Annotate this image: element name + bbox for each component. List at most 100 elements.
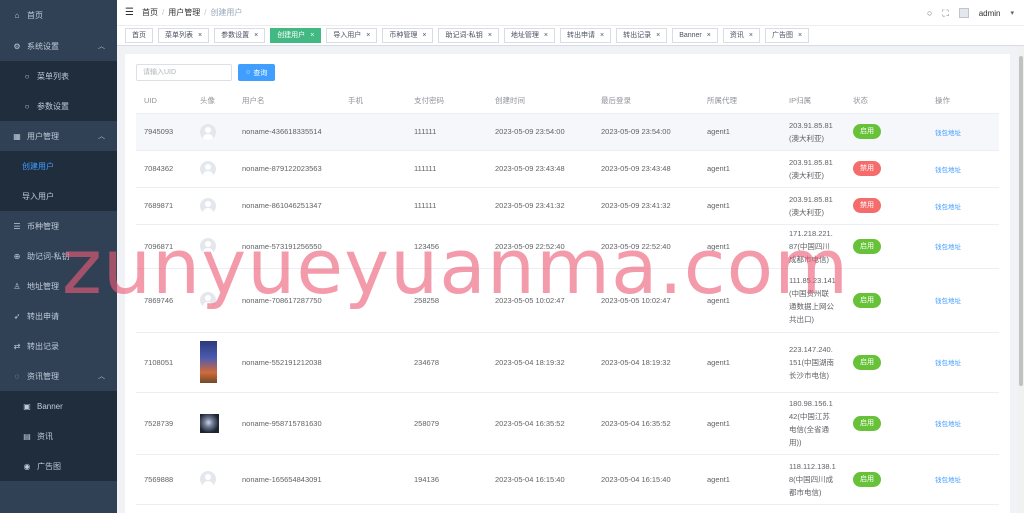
avatar[interactable] — [958, 8, 969, 18]
status-toggle-button[interactable]: 禁用 — [853, 161, 881, 176]
breadcrumb-item: 用户管理 — [168, 8, 201, 17]
wallet-address-link[interactable]: 钱包地址 — [935, 130, 961, 137]
wallet-address-link[interactable]: 钱包地址 — [935, 421, 961, 428]
sidebar-item-info-mgmt[interactable]: ◌ 资讯管理 ︿ — [0, 361, 117, 391]
tab-2[interactable]: 参数设置 × — [214, 28, 266, 43]
last-login-cell: 2023-05-05 10:02:47 — [593, 268, 699, 333]
tab-7[interactable]: 地址管理 × — [503, 28, 555, 43]
close-icon[interactable]: × — [198, 29, 202, 42]
search-button[interactable]: ○ 查询 — [238, 64, 276, 81]
sidebar-item-import-user[interactable]: 导入用户 — [0, 181, 117, 211]
avatar-cell — [192, 187, 234, 225]
rocket-icon: ➶ — [13, 311, 21, 321]
close-icon[interactable]: × — [656, 29, 660, 42]
uid-search-input[interactable] — [136, 64, 232, 81]
username-cell: noname-879122023563 — [234, 150, 340, 188]
sidebar-item-create-user[interactable]: 创建用户 — [0, 151, 117, 181]
ip-line: 共出口) — [789, 315, 814, 324]
caret-down-icon[interactable]: ▾ — [1010, 9, 1014, 17]
wallet-address-link[interactable]: 钱包地址 — [935, 298, 961, 305]
ip-line: 151(中国湖南 — [789, 357, 835, 367]
sidebar-item-param-settings[interactable]: ○ 参数设置 — [0, 91, 117, 121]
ip-line: (澳大利亚) — [789, 133, 824, 143]
action-cell: 钱包地址 — [927, 332, 999, 393]
sidebar-item-menu-list[interactable]: ○ 菜单列表 — [0, 61, 117, 91]
tab-3[interactable]: 创建用户 × — [270, 28, 322, 43]
table-row: 7528739 noname-958715781630 258079 2023-05-… — [136, 392, 999, 455]
sidebar-item-user-mgmt[interactable]: ▦ 用户管理 ︿ — [0, 121, 117, 151]
ip-line: 都市电信) — [789, 487, 822, 497]
close-icon[interactable]: × — [310, 29, 314, 42]
phone-cell — [340, 187, 406, 225]
status-toggle-button[interactable]: 启用 — [853, 292, 881, 308]
column-header: 所属代理 — [699, 89, 781, 114]
ip-line: 118.112.138.1 — [789, 461, 836, 471]
sidebar-item-home[interactable]: ⌂ 首页 — [0, 0, 117, 31]
breadcrumb-item[interactable]: 首页 — [142, 8, 158, 17]
wallet-address-link[interactable]: 钱包地址 — [935, 167, 961, 174]
tab-9[interactable]: 转出记录 × — [616, 28, 668, 43]
status-toggle-button[interactable]: 启用 — [853, 354, 881, 370]
sidebar-item-banner[interactable]: ▣ Banner — [0, 391, 117, 421]
ip-location-cell: 171.218.221. 87(中国四川 成都市电信) — [781, 224, 845, 269]
fullscreen-icon[interactable]: ⛶ — [942, 8, 948, 19]
sidebar-item-news[interactable]: ▤ 资讯 — [0, 421, 117, 451]
created-time-cell: 2023-05-09 23:41:32 — [487, 187, 593, 225]
wallet-address-link[interactable]: 钱包地址 — [935, 477, 961, 484]
close-icon[interactable]: × — [798, 29, 802, 42]
table-row: 7096871 noname-573191256550 123456 2023-05-… — [136, 224, 999, 269]
wallet-address-link[interactable]: 钱包地址 — [935, 204, 961, 211]
sidebar-item-coin-mgmt[interactable]: ☰ 币种管理 — [0, 211, 117, 241]
close-icon[interactable]: × — [749, 29, 753, 42]
breadcrumb-separator: / — [161, 8, 165, 17]
close-icon[interactable]: × — [544, 29, 548, 42]
sidebar-item-withdraw-record[interactable]: ⇄ 转出记录 — [0, 331, 117, 361]
phone-cell — [340, 224, 406, 269]
close-icon[interactable]: × — [707, 29, 711, 42]
sidebar-item-address-mgmt[interactable]: ♙ 地址管理 — [0, 271, 117, 301]
created-time-cell: 2023-05-05 10:02:47 — [487, 268, 593, 333]
sidebar-item-withdraw-apply[interactable]: ➶ 转出申请 — [0, 301, 117, 331]
ip-line: 203.91.85.81 — [789, 194, 833, 204]
sidebar-item-label: 参数设置 — [37, 101, 69, 111]
wallet-address-link[interactable]: 钱包地址 — [935, 244, 961, 251]
sidebar-item-label: 系统设置 — [27, 41, 59, 51]
close-icon[interactable]: × — [422, 29, 426, 42]
scrollbar-thumb[interactable] — [1019, 56, 1023, 386]
status-toggle-button[interactable]: 启用 — [853, 124, 881, 139]
last-login-cell: 2023-05-04 16:35:52 — [593, 392, 699, 455]
page-scrollbar[interactable] — [1018, 46, 1024, 513]
sidebar-item-label: 资讯 — [37, 431, 53, 441]
sidebar-item-ads[interactable]: ◉ 广告图 — [0, 451, 117, 481]
status-toggle-button[interactable]: 启用 — [853, 415, 881, 431]
tab-6[interactable]: 助记词-私钥 × — [438, 28, 499, 43]
sidebar-item-mnemonic[interactable]: ⊕ 助记词-私钥 — [0, 241, 117, 271]
ip-location-cell: 118.112.138.1 8(中国四川成 都市电信) — [781, 454, 845, 505]
tab-12[interactable]: 广告图 × — [764, 28, 810, 43]
sidebar-item-system[interactable]: ⚙ 系统设置 ︿ — [0, 31, 117, 61]
hamburger-icon[interactable]: ☰ — [125, 7, 134, 18]
tab-8[interactable]: 转出申请 × — [560, 28, 612, 43]
search-icon[interactable]: ○ — [927, 8, 932, 18]
wallet-address-link[interactable]: 钱包地址 — [935, 360, 961, 367]
ip-line: 8(中国四川成 — [789, 474, 834, 484]
tab-0[interactable]: 首页 — [125, 28, 153, 43]
tab-5[interactable]: 币种管理 × — [382, 28, 434, 43]
sidebar-item-label: 助记词-私钥 — [27, 251, 70, 261]
user-table: UID 头像 用户名 手机 支付密码 创建时间 最后登录 所属代理 IP归属 状态 操作 79450… — [136, 89, 999, 505]
close-icon[interactable]: × — [254, 29, 258, 42]
status-toggle-button[interactable]: 禁用 — [853, 198, 881, 213]
tab-1[interactable]: 菜单列表 × — [158, 28, 210, 43]
username-label[interactable]: admin — [979, 9, 1001, 18]
tab-4[interactable]: 导入用户 × — [326, 28, 378, 43]
status-toggle-button[interactable]: 启用 — [853, 238, 881, 254]
tab-10[interactable]: Banner × — [672, 28, 718, 43]
close-icon[interactable]: × — [488, 29, 492, 42]
avatar-cell — [192, 224, 234, 269]
close-icon[interactable]: × — [366, 29, 370, 42]
uid-cell: 7528739 — [136, 392, 192, 455]
status-toggle-button[interactable]: 启用 — [853, 471, 881, 487]
tab-11[interactable]: 资讯 × — [722, 28, 760, 43]
close-icon[interactable]: × — [600, 29, 604, 42]
agent-cell: agent1 — [699, 224, 781, 269]
